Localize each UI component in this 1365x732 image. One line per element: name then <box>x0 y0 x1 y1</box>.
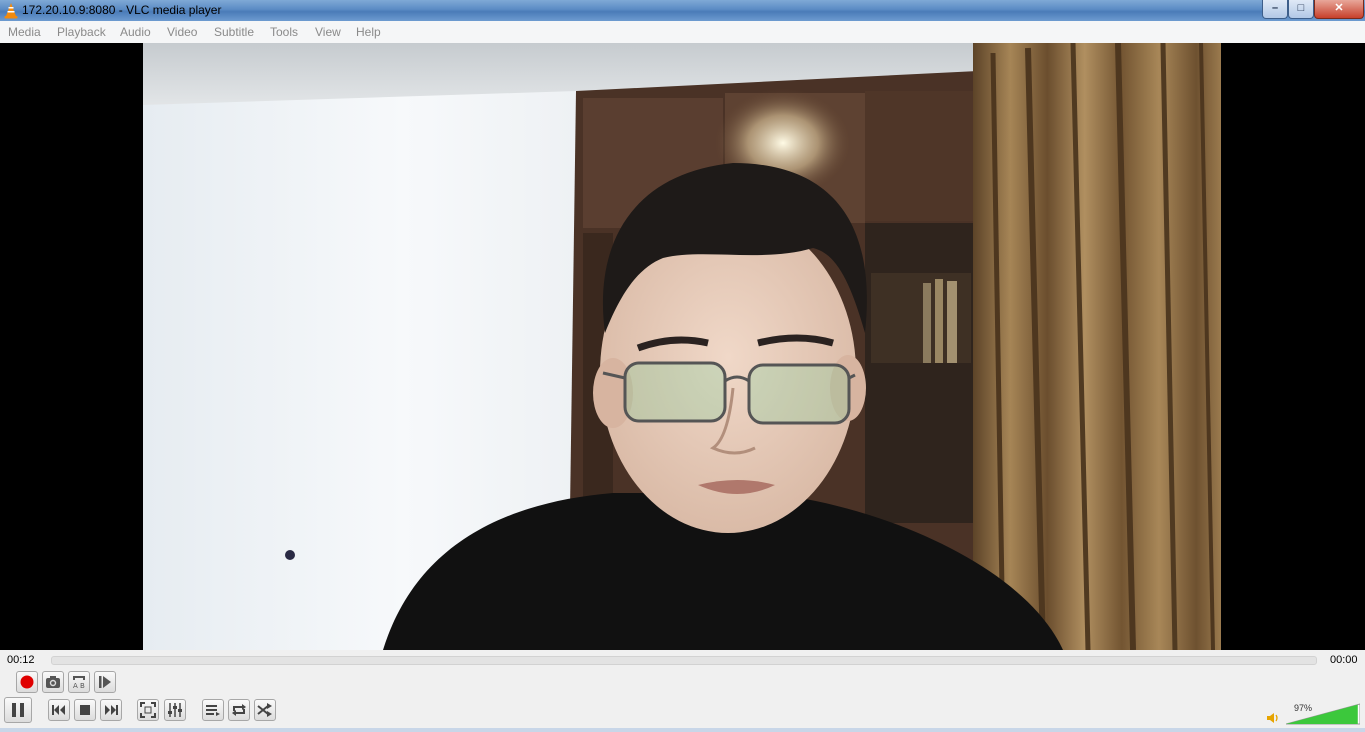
seek-slider[interactable] <box>51 656 1317 665</box>
pause-button[interactable] <box>4 697 32 723</box>
fullscreen-icon <box>140 702 156 718</box>
record-button[interactable] <box>16 671 38 693</box>
snapshot-button[interactable] <box>42 671 64 693</box>
stop-icon <box>80 705 90 715</box>
video-frame <box>143 43 1221 650</box>
previous-icon <box>52 705 65 715</box>
snapshot-icon <box>46 676 60 688</box>
taskbar-edge <box>0 728 1365 732</box>
loop-button[interactable] <box>228 699 250 721</box>
video-output[interactable] <box>0 43 1365 650</box>
frame-by-frame-icon <box>99 676 111 688</box>
extended-settings-icon <box>168 703 182 717</box>
playlist-icon <box>206 705 220 716</box>
svg-text:B: B <box>80 682 85 690</box>
menu-view[interactable]: View <box>315 25 341 39</box>
menu-help[interactable]: Help <box>356 25 381 39</box>
loop-ab-button[interactable]: A B <box>68 671 90 693</box>
menu-tools[interactable]: Tools <box>270 25 298 39</box>
next-button[interactable] <box>100 699 122 721</box>
volume-percent: 97% <box>1294 703 1313 713</box>
extended-settings-button[interactable] <box>164 699 186 721</box>
minimize-button[interactable]: – <box>1262 0 1288 19</box>
random-icon <box>257 703 272 717</box>
menu-video[interactable]: Video <box>167 25 197 39</box>
menu-playback[interactable]: Playback <box>57 25 106 39</box>
fullscreen-button[interactable] <box>137 699 159 721</box>
window-title: 172.20.10.9:8080 - VLC media player <box>22 3 222 17</box>
random-button[interactable] <box>254 699 276 721</box>
vlc-logo-icon <box>4 3 18 19</box>
menu-media[interactable]: Media <box>8 25 41 39</box>
previous-button[interactable] <box>48 699 70 721</box>
pause-icon <box>12 703 24 717</box>
loop-ab-icon: A B <box>73 676 85 690</box>
svg-text:A: A <box>73 682 78 690</box>
maximize-button[interactable]: □ <box>1288 0 1314 19</box>
elapsed-time[interactable]: 00:12 <box>7 654 35 666</box>
close-button[interactable]: ✕ <box>1314 0 1364 19</box>
menu-audio[interactable]: Audio <box>120 25 151 39</box>
speaker-icon[interactable] <box>1266 711 1280 725</box>
frame-by-frame-button[interactable] <box>94 671 116 693</box>
title-bar[interactable]: 172.20.10.9:8080 - VLC media player – □ … <box>0 0 1365 21</box>
record-icon <box>20 675 34 689</box>
menu-bar: Media Playback Audio Video Subtitle Tool… <box>0 21 1365 44</box>
stop-button[interactable] <box>74 699 96 721</box>
playlist-button[interactable] <box>202 699 224 721</box>
remaining-time[interactable]: 00:00 <box>1330 654 1358 666</box>
menu-subtitle[interactable]: Subtitle <box>214 25 254 39</box>
loop-icon <box>232 704 246 716</box>
next-icon <box>105 705 118 715</box>
